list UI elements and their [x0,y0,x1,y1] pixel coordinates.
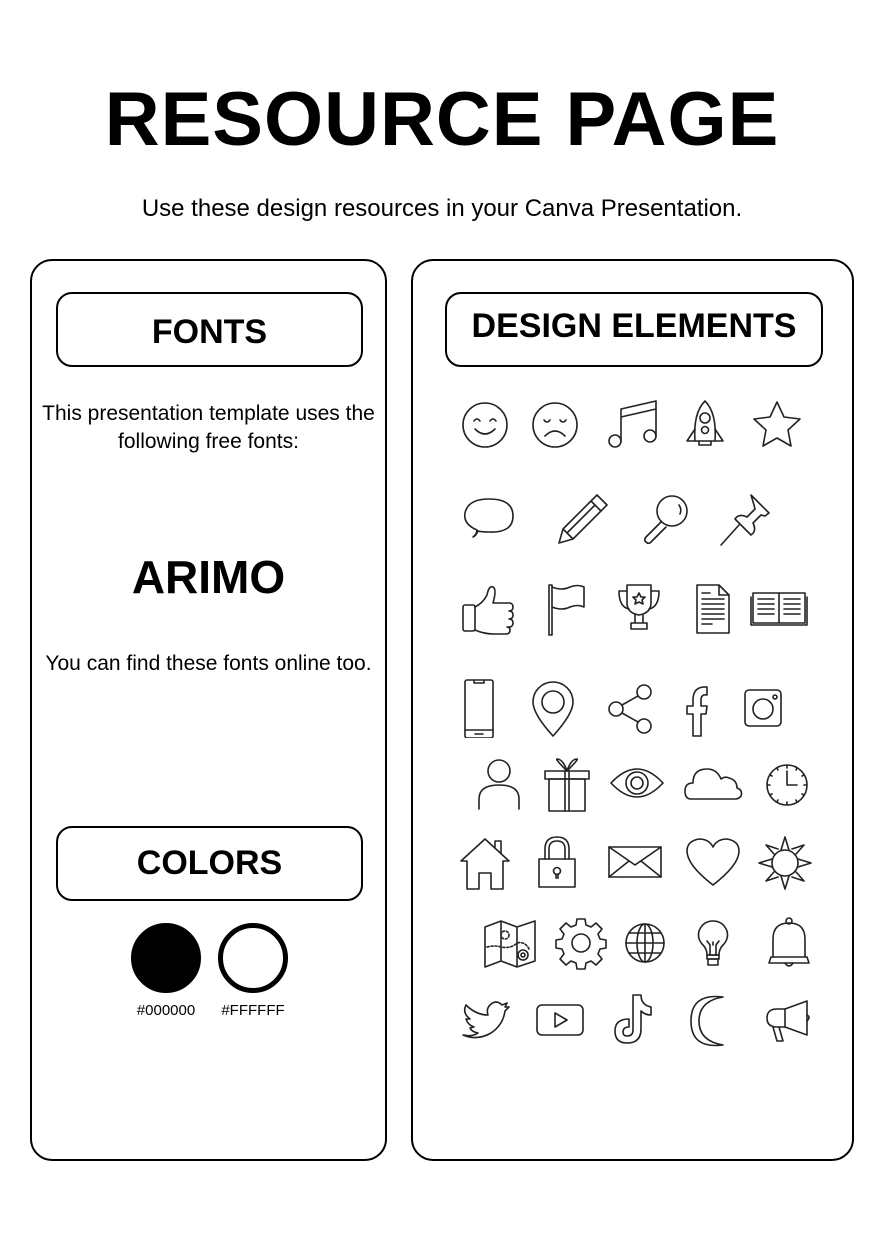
house-icon [457,833,517,893]
location-pin-icon [523,678,583,738]
fonts-colors-panel: FONTS This presentation template uses th… [30,259,387,1161]
map-icon [481,913,541,973]
color-swatch-white [218,923,288,993]
fonts-heading-box: FONTS [56,292,363,367]
cloud-icon [683,753,743,813]
page-title: RESOURCE PAGE [104,77,780,162]
sad-face-icon [525,395,585,455]
font-name-arimo: ARIMO [131,551,286,603]
colors-heading-box: COLORS [56,826,363,901]
speech-bubble-icon [459,489,519,549]
design-elements-heading: DESIGN ELEMENTS [471,307,797,345]
gear-icon [551,913,611,973]
play-button-icon [531,989,591,1049]
color-swatch-black [131,923,201,993]
crescent-moon-icon [681,989,741,1049]
flag-icon [537,579,597,639]
user-icon [469,753,529,813]
thumbs-up-icon [459,579,519,639]
rocket-icon [675,395,735,455]
tiktok-icon [605,989,665,1049]
twitter-bird-icon [459,989,519,1049]
document-icon [683,579,743,639]
megaphone-icon [757,989,817,1049]
color-label-black: #000000 [136,1002,196,1019]
design-elements-panel: DESIGN ELEMENTS [411,259,854,1161]
fonts-intro-text: This presentation template uses the foll… [42,402,375,453]
instagram-icon [735,678,795,738]
eye-icon [607,753,667,813]
design-elements-heading-box: DESIGN ELEMENTS [445,292,823,367]
light-bulb-icon [683,913,743,973]
fonts-heading: FONTS [151,313,268,351]
gift-icon [537,753,597,813]
heart-icon [683,833,743,893]
padlock-icon [527,833,587,893]
bell-icon [759,913,819,973]
sun-icon [755,833,815,893]
star-icon [747,395,807,455]
share-icon [601,678,661,738]
pencil-icon [551,489,611,549]
colors-heading: COLORS [136,844,283,882]
magnifier-icon [635,489,695,549]
open-book-icon [749,579,809,639]
clock-icon [757,753,817,813]
globe-icon [615,913,675,973]
fonts-note-text: You can find these fonts online too. [45,652,372,675]
facebook-icon [669,678,729,738]
smiley-face-icon [455,395,515,455]
smartphone-icon [449,678,509,739]
color-label-white: #FFFFFF [221,1002,285,1019]
music-note-icon [601,395,661,455]
page-subtitle: Use these design resources in your Canva… [141,195,743,222]
trophy-icon [609,579,669,639]
envelope-icon [605,833,665,893]
push-pin-icon [715,489,775,549]
